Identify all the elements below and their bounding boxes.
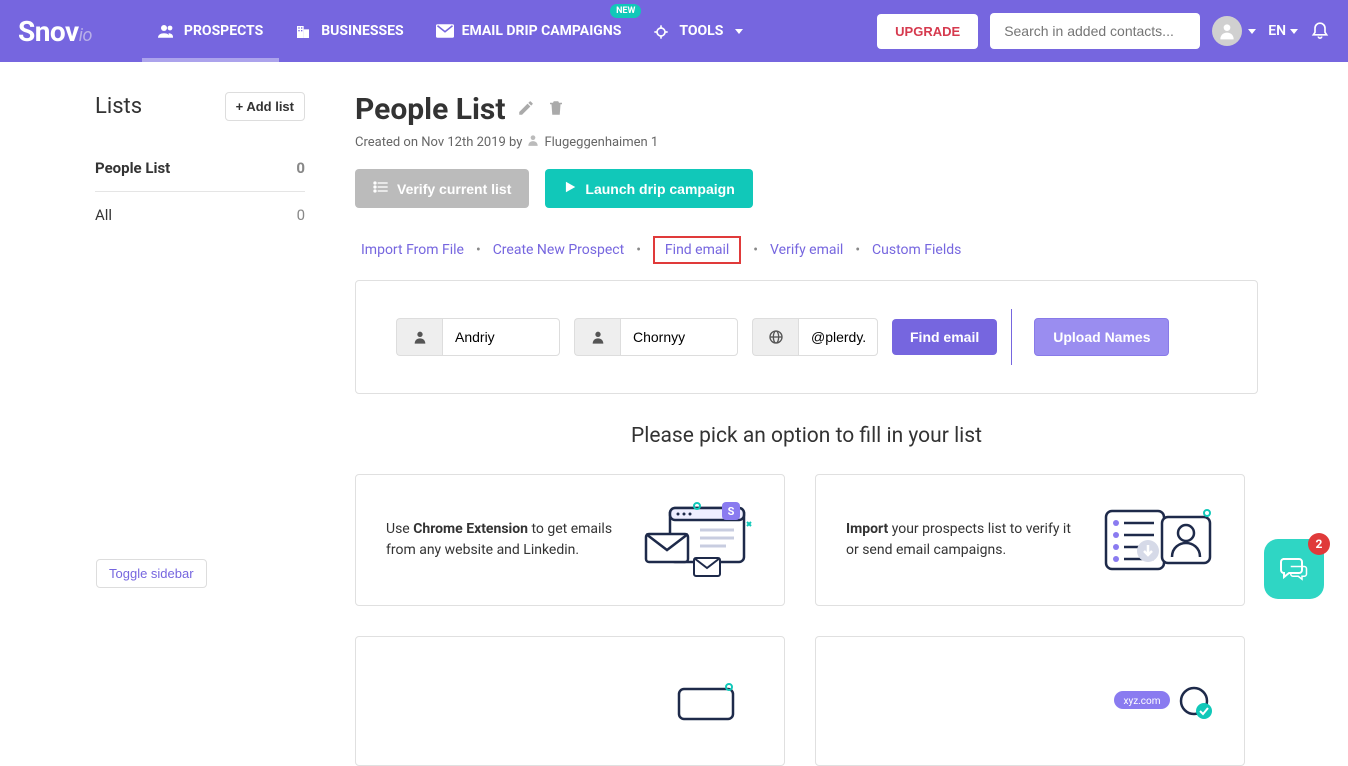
tab-custom-fields[interactable]: Custom Fields <box>872 242 961 258</box>
separator: • <box>474 242 483 258</box>
meta-prefix: Created on Nov 12th 2019 by <box>355 135 522 150</box>
svg-text:S: S <box>728 505 735 518</box>
sidebar: Lists + Add list People List 0 All 0 <box>95 92 305 766</box>
card-chrome-extension[interactable]: Use Chrome Extension to get emails from … <box>355 474 785 606</box>
card-text: Import your prospects list to verify it … <box>846 519 1084 561</box>
list-name: People List <box>95 159 170 177</box>
first-name-input[interactable] <box>442 318 560 356</box>
user-icon <box>526 133 540 151</box>
nav-label: EMAIL DRIP CAMPAIGNS <box>462 23 622 39</box>
card-placeholder-4[interactable]: xyz.com <box>815 636 1245 766</box>
page-title: People List <box>355 92 505 127</box>
last-name-group <box>574 318 738 356</box>
tab-row: Import From File • Create New Prospect •… <box>355 236 1258 264</box>
option-cards: Use Chrome Extension to get emails from … <box>355 474 1258 766</box>
body: Lists + Add list People List 0 All 0 Peo… <box>0 62 1348 766</box>
people-icon <box>158 24 176 38</box>
text-pre: Use <box>386 521 413 537</box>
upgrade-button[interactable]: UPGRADE <box>877 14 978 49</box>
list-name: All <box>95 206 112 224</box>
button-label: Verify current list <box>397 181 511 197</box>
nav-label: TOOLS <box>679 23 723 39</box>
building-icon <box>295 24 313 38</box>
nav-prospects[interactable]: PROSPECTS <box>142 0 279 62</box>
meta-user: Flugeggenhaimen 1 <box>544 135 658 150</box>
action-row: Verify current list Launch drip campaign <box>355 169 1258 208</box>
text-bold: Import <box>846 521 888 537</box>
card-text: Use Chrome Extension to get emails from … <box>386 519 624 561</box>
illustration-placeholder <box>644 661 754 741</box>
card-import[interactable]: Import your prospects list to verify it … <box>815 474 1245 606</box>
main-content: People List Created on Nov 12th 2019 by … <box>355 92 1258 766</box>
list-check-icon <box>373 180 389 197</box>
avatar-menu[interactable] <box>1212 16 1256 46</box>
launch-campaign-button[interactable]: Launch drip campaign <box>545 169 752 208</box>
last-name-input[interactable] <box>620 318 738 356</box>
edit-icon[interactable] <box>517 99 535 121</box>
find-email-form: Find email Upload Names <box>355 280 1258 394</box>
title-row: People List <box>355 92 1258 127</box>
nav-label: PROSPECTS <box>184 23 263 39</box>
upload-names-button[interactable]: Upload Names <box>1034 318 1169 356</box>
chevron-down-icon <box>735 29 743 34</box>
app-header: Snovio PROSPECTS BUSINESSES EMAIL DRIP C… <box>0 0 1348 62</box>
logo[interactable]: Snovio <box>18 15 92 48</box>
globe-icon <box>752 318 798 356</box>
nav-businesses[interactable]: BUSINESSES <box>279 0 419 62</box>
domain-group <box>752 318 878 356</box>
tab-find-email[interactable]: Find email <box>653 236 741 264</box>
illustration-placeholder: xyz.com <box>1104 661 1214 741</box>
card-placeholder-3[interactable] <box>355 636 785 766</box>
logo-text: Snov <box>18 15 79 48</box>
tab-create-prospect[interactable]: Create New Prospect <box>493 242 625 258</box>
divider <box>1011 309 1012 365</box>
trash-icon[interactable] <box>547 99 565 121</box>
separator: • <box>751 242 760 258</box>
domain-input[interactable] <box>798 318 878 356</box>
search-input[interactable] <box>990 13 1200 49</box>
play-icon <box>563 180 577 197</box>
chat-fab[interactable]: 2 <box>1264 539 1324 599</box>
person-icon <box>396 318 442 356</box>
list-count: 0 <box>296 159 305 177</box>
button-label: Launch drip campaign <box>585 181 734 197</box>
svg-text:xyz.com: xyz.com <box>1124 696 1161 707</box>
sidebar-title: Lists <box>95 94 142 119</box>
chevron-down-icon <box>1290 29 1298 34</box>
nav-campaigns[interactable]: EMAIL DRIP CAMPAIGNS NEW <box>420 0 638 62</box>
nav-label: BUSINESSES <box>321 23 403 39</box>
sidebar-item-people-list[interactable]: People List 0 <box>95 145 305 192</box>
chat-badge: 2 <box>1308 533 1330 555</box>
separator: • <box>634 242 643 258</box>
chevron-down-icon <box>1248 29 1256 34</box>
main-nav: PROSPECTS BUSINESSES EMAIL DRIP CAMPAIGN… <box>142 0 877 62</box>
person-icon <box>574 318 620 356</box>
separator: • <box>853 242 862 258</box>
tab-import-file[interactable]: Import From File <box>361 242 464 258</box>
toggle-sidebar-button[interactable]: Toggle sidebar <box>96 559 207 588</box>
browser-envelope-illustration: S <box>644 500 754 580</box>
list-count: 0 <box>297 206 305 224</box>
logo-suffix: io <box>79 25 92 46</box>
header-right: UPGRADE EN <box>877 13 1330 49</box>
nav-tools[interactable]: TOOLS <box>637 0 759 62</box>
lang-label: EN <box>1268 23 1286 39</box>
notifications-icon[interactable] <box>1310 19 1330 43</box>
avatar <box>1212 16 1242 46</box>
language-switcher[interactable]: EN <box>1268 23 1298 39</box>
text-bold: Chrome Extension <box>413 521 528 537</box>
verify-list-button[interactable]: Verify current list <box>355 169 529 208</box>
prompt-heading: Please pick an option to fill in your li… <box>355 424 1258 448</box>
find-email-button[interactable]: Find email <box>892 319 997 355</box>
sidebar-item-all[interactable]: All 0 <box>95 192 305 238</box>
target-icon <box>653 24 671 38</box>
sidebar-head: Lists + Add list <box>95 92 305 121</box>
import-list-illustration <box>1104 500 1214 580</box>
add-list-button[interactable]: + Add list <box>225 92 305 121</box>
meta-row: Created on Nov 12th 2019 by Flugeggenhai… <box>355 133 1258 151</box>
tab-verify-email[interactable]: Verify email <box>770 242 843 258</box>
first-name-group <box>396 318 560 356</box>
envelope-icon <box>436 24 454 38</box>
